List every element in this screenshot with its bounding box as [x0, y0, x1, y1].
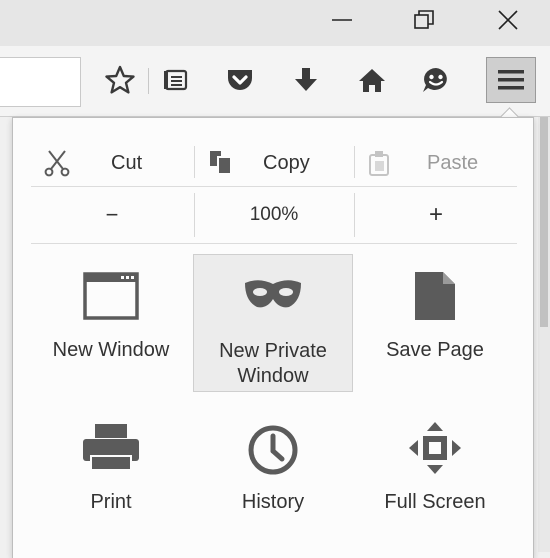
copy-button[interactable]: Copy: [195, 140, 353, 186]
zoom-in-button[interactable]: +: [355, 187, 517, 243]
reading-list-icon: [164, 69, 188, 91]
minimize-button[interactable]: [302, 0, 382, 40]
zoom-out-button[interactable]: −: [31, 187, 193, 243]
full-screen-button[interactable]: Full Screen: [355, 408, 515, 546]
reading-list-button[interactable]: [156, 60, 196, 100]
paste-button: Paste: [355, 140, 517, 186]
home-button[interactable]: [352, 60, 392, 100]
window-title-bar: [0, 0, 550, 46]
pocket-button[interactable]: [220, 60, 260, 100]
printer-icon: [83, 424, 139, 471]
minimize-icon: [332, 19, 352, 21]
edit-controls: Cut Copy Paste: [31, 140, 517, 187]
bookmark-star-icon: [105, 65, 135, 94]
zoom-level: 100%: [249, 204, 299, 225]
close-icon: [498, 10, 518, 30]
private-mask-icon: [245, 280, 301, 308]
fullscreen-arrows-icon: [409, 422, 461, 474]
history-label: History: [241, 491, 305, 513]
restore-icon: [414, 10, 434, 29]
hello-smiley-icon: [423, 68, 447, 92]
downloads-button[interactable]: [286, 60, 326, 100]
new-window-button[interactable]: New Window: [31, 254, 191, 392]
scissors-icon: [44, 150, 70, 177]
print-button[interactable]: Print: [31, 408, 191, 546]
restore-button[interactable]: [384, 0, 464, 40]
new-window-label: New Window: [52, 339, 170, 361]
clipboard-icon: [369, 151, 389, 176]
clock-icon: [248, 425, 298, 475]
bookmark-button[interactable]: [100, 60, 140, 100]
full-screen-label: Full Screen: [384, 491, 486, 513]
page-scrollbar[interactable]: [538, 117, 550, 552]
save-page-button[interactable]: Save Page: [355, 254, 515, 392]
new-private-window-label: New Private Window: [219, 340, 327, 387]
page-icon: [415, 272, 455, 320]
close-button[interactable]: [468, 0, 548, 40]
paste-label: Paste: [427, 151, 479, 174]
copy-label: Copy: [263, 151, 310, 174]
save-page-label: Save Page: [386, 339, 484, 361]
downloads-icon: [295, 68, 317, 91]
main-menu-panel: Cut Copy Paste − 100% + New Window New P…: [12, 117, 534, 558]
navigation-toolbar: [0, 46, 550, 117]
pocket-icon: [228, 70, 252, 90]
print-label: Print: [90, 491, 132, 513]
history-button[interactable]: History: [193, 408, 353, 546]
zoom-reset-button[interactable]: 100%: [195, 187, 353, 243]
zoom-out-icon: −: [105, 202, 119, 227]
copy-icon: [210, 151, 232, 175]
zoom-in-icon: +: [428, 201, 443, 228]
open-menu-button[interactable]: [486, 57, 536, 103]
hamburger-menu-icon: [498, 70, 524, 90]
scrollbar-thumb[interactable]: [540, 117, 548, 327]
home-icon: [359, 69, 385, 92]
url-bar[interactable]: [0, 57, 81, 107]
new-window-icon: [83, 272, 139, 320]
toolbar-separator: [148, 68, 149, 94]
new-private-window-button[interactable]: New Private Window: [193, 254, 353, 392]
cut-label: Cut: [111, 151, 143, 174]
cut-button[interactable]: Cut: [31, 140, 193, 186]
hello-button[interactable]: [416, 60, 456, 100]
zoom-controls: − 100% +: [31, 187, 517, 244]
